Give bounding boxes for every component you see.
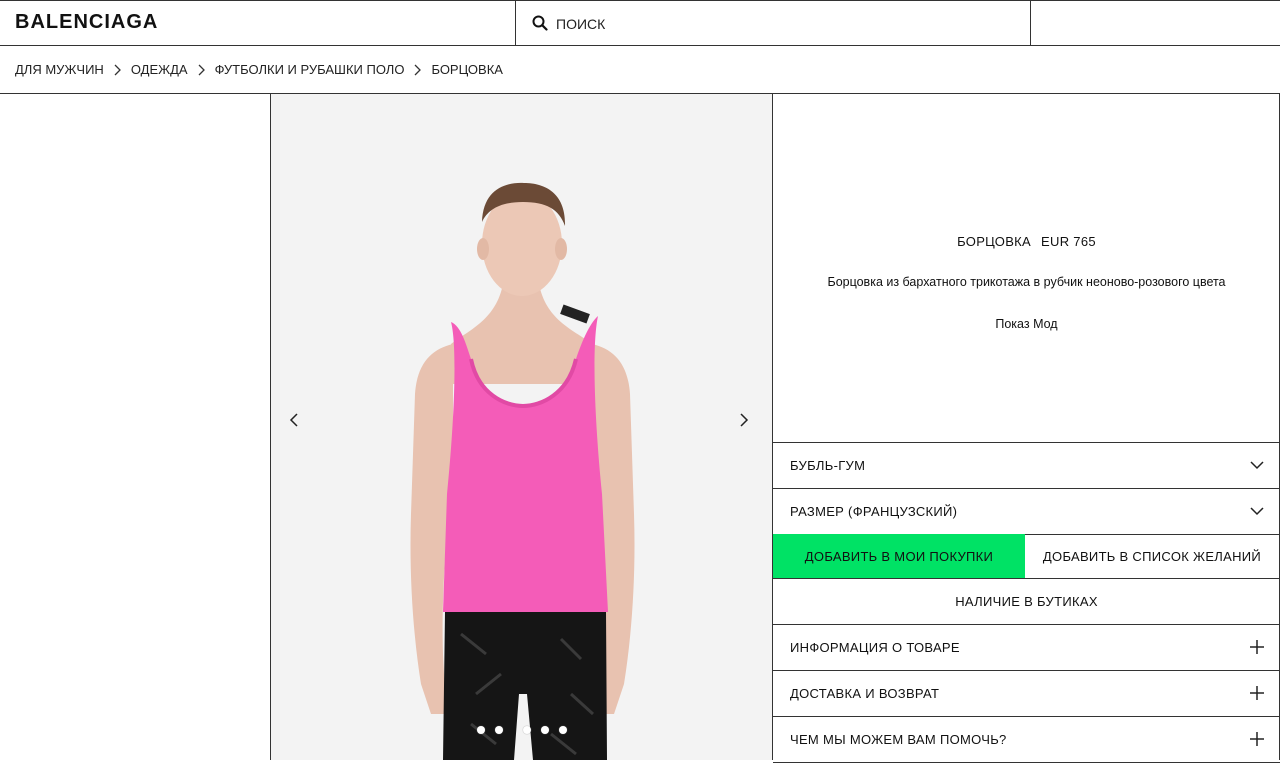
breadcrumb-item-clothing[interactable]: ОДЕЖДА xyxy=(131,62,188,77)
chevron-right-icon xyxy=(114,64,121,76)
gallery-prev-button[interactable] xyxy=(289,412,299,433)
gallery-dot[interactable] xyxy=(540,726,549,734)
product-name: БОРЦОВКА xyxy=(957,234,1032,249)
gallery-dot[interactable] xyxy=(558,726,567,734)
product-image xyxy=(410,182,635,760)
accordion-help[interactable]: ЧЕМ МЫ МОЖЕМ ВАМ ПОМОЧЬ? xyxy=(773,717,1280,763)
breadcrumb-item-current: БОРЦОВКА xyxy=(431,62,503,77)
product-description: Борцовка из бархатного трикотажа в рубчи… xyxy=(827,275,1226,289)
add-to-wishlist-button[interactable]: ДОБАВИТЬ В СПИСОК ЖЕЛАНИЙ xyxy=(1025,534,1280,578)
accordion-delivery-returns[interactable]: ДОСТАВКА И ВОЗВРАТ xyxy=(773,671,1280,717)
plus-icon xyxy=(1250,686,1264,700)
chevron-down-icon xyxy=(1250,461,1264,470)
gallery-dot[interactable] xyxy=(476,726,485,734)
add-to-cart-button[interactable]: ДОБАВИТЬ В МОИ ПОКУПКИ xyxy=(773,534,1025,578)
accordion-product-info[interactable]: ИНФОРМАЦИЯ О ТОВАРЕ xyxy=(773,625,1280,671)
plus-icon xyxy=(1250,640,1264,654)
chevron-right-icon xyxy=(740,413,749,427)
boutique-availability-button[interactable]: НАЛИЧИЕ В БУТИКАХ xyxy=(773,579,1280,625)
search-input[interactable] xyxy=(554,11,998,37)
action-buttons: ДОБАВИТЬ В МОИ ПОКУПКИ ДОБАВИТЬ В СПИСОК… xyxy=(773,534,1280,579)
gallery-dot[interactable] xyxy=(494,726,503,734)
chevron-right-icon xyxy=(198,64,205,76)
accordion-label: ДОСТАВКА И ВОЗВРАТ xyxy=(790,686,940,701)
size-select[interactable]: РАЗМЕР (ФРАНЦУЗСКИЙ) xyxy=(773,489,1280,535)
size-select-label: РАЗМЕР (ФРАНЦУЗСКИЙ) xyxy=(790,504,958,519)
breadcrumb-item-men[interactable]: ДЛЯ МУЖЧИН xyxy=(15,62,104,77)
chevron-right-icon xyxy=(414,64,422,76)
brand-logo[interactable]: BALENCIAGA xyxy=(15,11,158,34)
breadcrumb-item-tshirts[interactable]: ФУТБОЛКИ И РУБАШКИ ПОЛО xyxy=(215,62,405,77)
color-select-label: БУБЛЬ-ГУМ xyxy=(790,458,866,473)
product-gallery[interactable] xyxy=(270,94,773,760)
breadcrumb: ДЛЯ МУЖЧИН ОДЕЖДА ФУТБОЛКИ И РУБАШКИ ПОЛ… xyxy=(15,62,503,77)
search-icon xyxy=(532,15,548,31)
gallery-pagination xyxy=(271,726,772,734)
product-price: EUR 765 xyxy=(1041,234,1096,249)
product-title: БОРЦОВКА EUR 765 xyxy=(773,234,1280,249)
top-header: BALENCIAGA xyxy=(0,0,1280,46)
accordion-label: ИНФОРМАЦИЯ О ТОВАРЕ xyxy=(790,640,960,655)
search-bar[interactable] xyxy=(515,1,1031,45)
plus-icon xyxy=(1250,732,1264,746)
gallery-next-button[interactable] xyxy=(739,412,749,433)
color-select[interactable]: БУБЛЬ-ГУМ xyxy=(773,443,1280,489)
chevron-down-icon xyxy=(1250,507,1264,516)
fashion-show-link[interactable]: Показ Мод xyxy=(773,317,1280,331)
chevron-left-icon xyxy=(289,413,298,427)
accordion-label: ЧЕМ МЫ МОЖЕМ ВАМ ПОМОЧЬ? xyxy=(790,732,1007,747)
gallery-dot[interactable] xyxy=(522,726,531,734)
product-info: БОРЦОВКА EUR 765 Борцовка из бархатного т… xyxy=(773,94,1280,443)
